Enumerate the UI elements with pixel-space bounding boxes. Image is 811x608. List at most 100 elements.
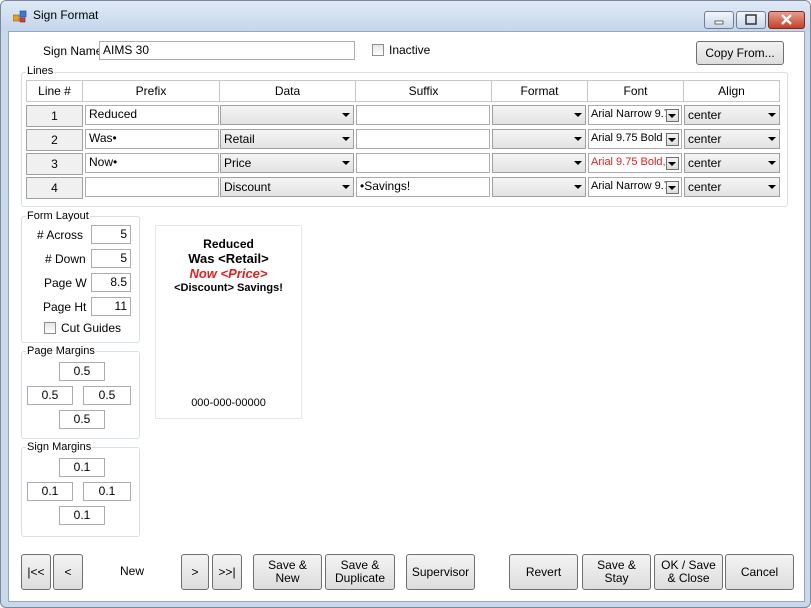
prev-record-button[interactable]: <: [53, 554, 83, 590]
line-number-cell[interactable]: 3: [26, 153, 83, 175]
font-picker-button[interactable]: [666, 181, 679, 194]
align-combo-value: center: [688, 132, 722, 146]
page-margin-top-input[interactable]: 0.5: [59, 362, 105, 381]
data-combo[interactable]: [220, 105, 354, 125]
chevron-down-icon: [574, 137, 582, 141]
sign-margins-label: Sign Margins: [26, 441, 93, 453]
sign-preview: Reduced Was <Retail> Now <Price> <Discou…: [155, 225, 302, 419]
col-header-data[interactable]: Data: [220, 80, 356, 102]
save-duplicate-button[interactable]: Save & Duplicate: [325, 554, 395, 590]
chevron-down-icon: [768, 185, 776, 189]
preview-footer: 000-000-00000: [191, 397, 266, 409]
col-header-prefix[interactable]: Prefix: [83, 80, 220, 102]
copy-from-button[interactable]: Copy From...: [696, 41, 784, 65]
preview-line-1: Reduced: [203, 237, 254, 251]
font-picker-button[interactable]: [666, 157, 679, 170]
page-ht-label: Page Ht: [43, 300, 87, 314]
suffix-cell[interactable]: [356, 105, 490, 125]
maximize-button[interactable]: [736, 11, 766, 29]
cancel-button[interactable]: Cancel: [725, 554, 794, 590]
minimize-icon: [714, 20, 724, 25]
revert-button[interactable]: Revert: [509, 554, 578, 590]
format-combo[interactable]: [492, 153, 586, 173]
font-cell-value: Arial 9.75 Bold: [591, 132, 663, 144]
save-stay-button[interactable]: Save & Stay: [582, 554, 651, 590]
across-input[interactable]: 5: [91, 225, 131, 244]
form-layout-label: Form Layout: [26, 210, 90, 222]
data-combo[interactable]: Price: [220, 153, 354, 173]
font-cell[interactable]: Arial 9.75 Bold: [588, 129, 682, 149]
page-w-input[interactable]: 8.5: [91, 273, 131, 292]
ok-save-close-label-2: & Close: [667, 571, 710, 585]
prefix-cell[interactable]: Now•: [85, 153, 219, 173]
sign-margin-right-input[interactable]: 0.1: [83, 482, 131, 501]
prefix-cell[interactable]: [85, 177, 219, 197]
save-stay-label-2: Stay: [604, 571, 629, 585]
record-position-field[interactable]: New: [85, 554, 179, 590]
maximize-icon: [745, 14, 757, 25]
suffix-cell[interactable]: [356, 153, 490, 173]
sign-margin-top-input[interactable]: 0.1: [59, 458, 105, 477]
cut-guides-checkbox[interactable]: [44, 322, 56, 334]
close-button[interactable]: [768, 11, 805, 29]
inactive-checkbox[interactable]: [372, 44, 384, 56]
preview-line-4: <Discount> Savings!: [174, 282, 283, 294]
suffix-cell[interactable]: [356, 129, 490, 149]
font-picker-button[interactable]: [666, 133, 679, 146]
line-number-cell[interactable]: 2: [26, 129, 83, 151]
col-header-align[interactable]: Align: [684, 80, 780, 102]
font-picker-button[interactable]: [666, 109, 679, 122]
next-record-button[interactable]: >: [181, 554, 209, 590]
chevron-down-icon: [668, 114, 676, 118]
font-cell[interactable]: Arial 9.75 Bold,: [588, 153, 682, 173]
last-record-button[interactable]: >>|: [212, 554, 242, 590]
down-input[interactable]: 5: [91, 249, 131, 268]
page-ht-input[interactable]: 11: [91, 297, 131, 316]
minimize-button[interactable]: [704, 11, 734, 29]
align-combo[interactable]: center: [684, 177, 780, 197]
font-cell[interactable]: Arial Narrow 9.7: [588, 177, 682, 197]
align-combo[interactable]: center: [684, 105, 780, 125]
col-header-font[interactable]: Font: [588, 80, 684, 102]
col-header-suffix[interactable]: Suffix: [356, 80, 492, 102]
sign-name-input[interactable]: AIMS 30: [99, 41, 355, 60]
ok-save-close-button[interactable]: OK / Save & Close: [654, 554, 723, 590]
first-record-button[interactable]: |<<: [21, 554, 51, 590]
page-margin-right-input[interactable]: 0.5: [83, 386, 131, 405]
data-combo[interactable]: Retail: [220, 129, 354, 149]
line-number-cell[interactable]: 4: [26, 177, 83, 199]
format-combo[interactable]: [492, 129, 586, 149]
suffix-cell[interactable]: •Savings!: [356, 177, 490, 197]
page-margins-label: Page Margins: [26, 345, 96, 357]
col-header-format[interactable]: Format: [492, 80, 588, 102]
font-cell-value: Arial 9.75 Bold,: [591, 156, 666, 168]
chevron-down-icon: [768, 113, 776, 117]
chevron-down-icon: [668, 138, 676, 142]
sign-format-window: Sign Format Sign Name AIMS 30 Inactive C…: [0, 0, 811, 608]
page-margin-bottom-input[interactable]: 0.5: [59, 410, 105, 429]
align-combo-value: center: [688, 108, 722, 122]
format-combo[interactable]: [492, 177, 586, 197]
sign-margin-left-input[interactable]: 0.1: [27, 482, 73, 501]
font-cell[interactable]: Arial Narrow 9.7: [588, 105, 682, 125]
prefix-cell[interactable]: Reduced: [85, 105, 219, 125]
close-icon: [781, 14, 792, 25]
line-number-cell[interactable]: 1: [26, 105, 83, 127]
font-cell-value: Arial Narrow 9.7: [591, 108, 670, 120]
chevron-down-icon: [768, 137, 776, 141]
data-combo[interactable]: Discount: [220, 177, 354, 197]
format-combo[interactable]: [492, 105, 586, 125]
col-header-line-num[interactable]: Line #: [26, 80, 83, 102]
prefix-cell[interactable]: Was•: [85, 129, 219, 149]
chevron-down-icon: [668, 162, 676, 166]
save-new-label-2: New: [275, 571, 300, 585]
supervisor-button[interactable]: Supervisor: [406, 554, 475, 590]
save-new-button[interactable]: Save & New: [253, 554, 322, 590]
chevron-down-icon: [342, 113, 350, 117]
sign-margin-bottom-input[interactable]: 0.1: [59, 506, 105, 525]
lines-group-label: Lines: [26, 65, 55, 77]
align-combo[interactable]: center: [684, 129, 780, 149]
page-margin-left-input[interactable]: 0.5: [27, 386, 73, 405]
align-combo[interactable]: center: [684, 153, 780, 173]
chevron-down-icon: [342, 137, 350, 141]
